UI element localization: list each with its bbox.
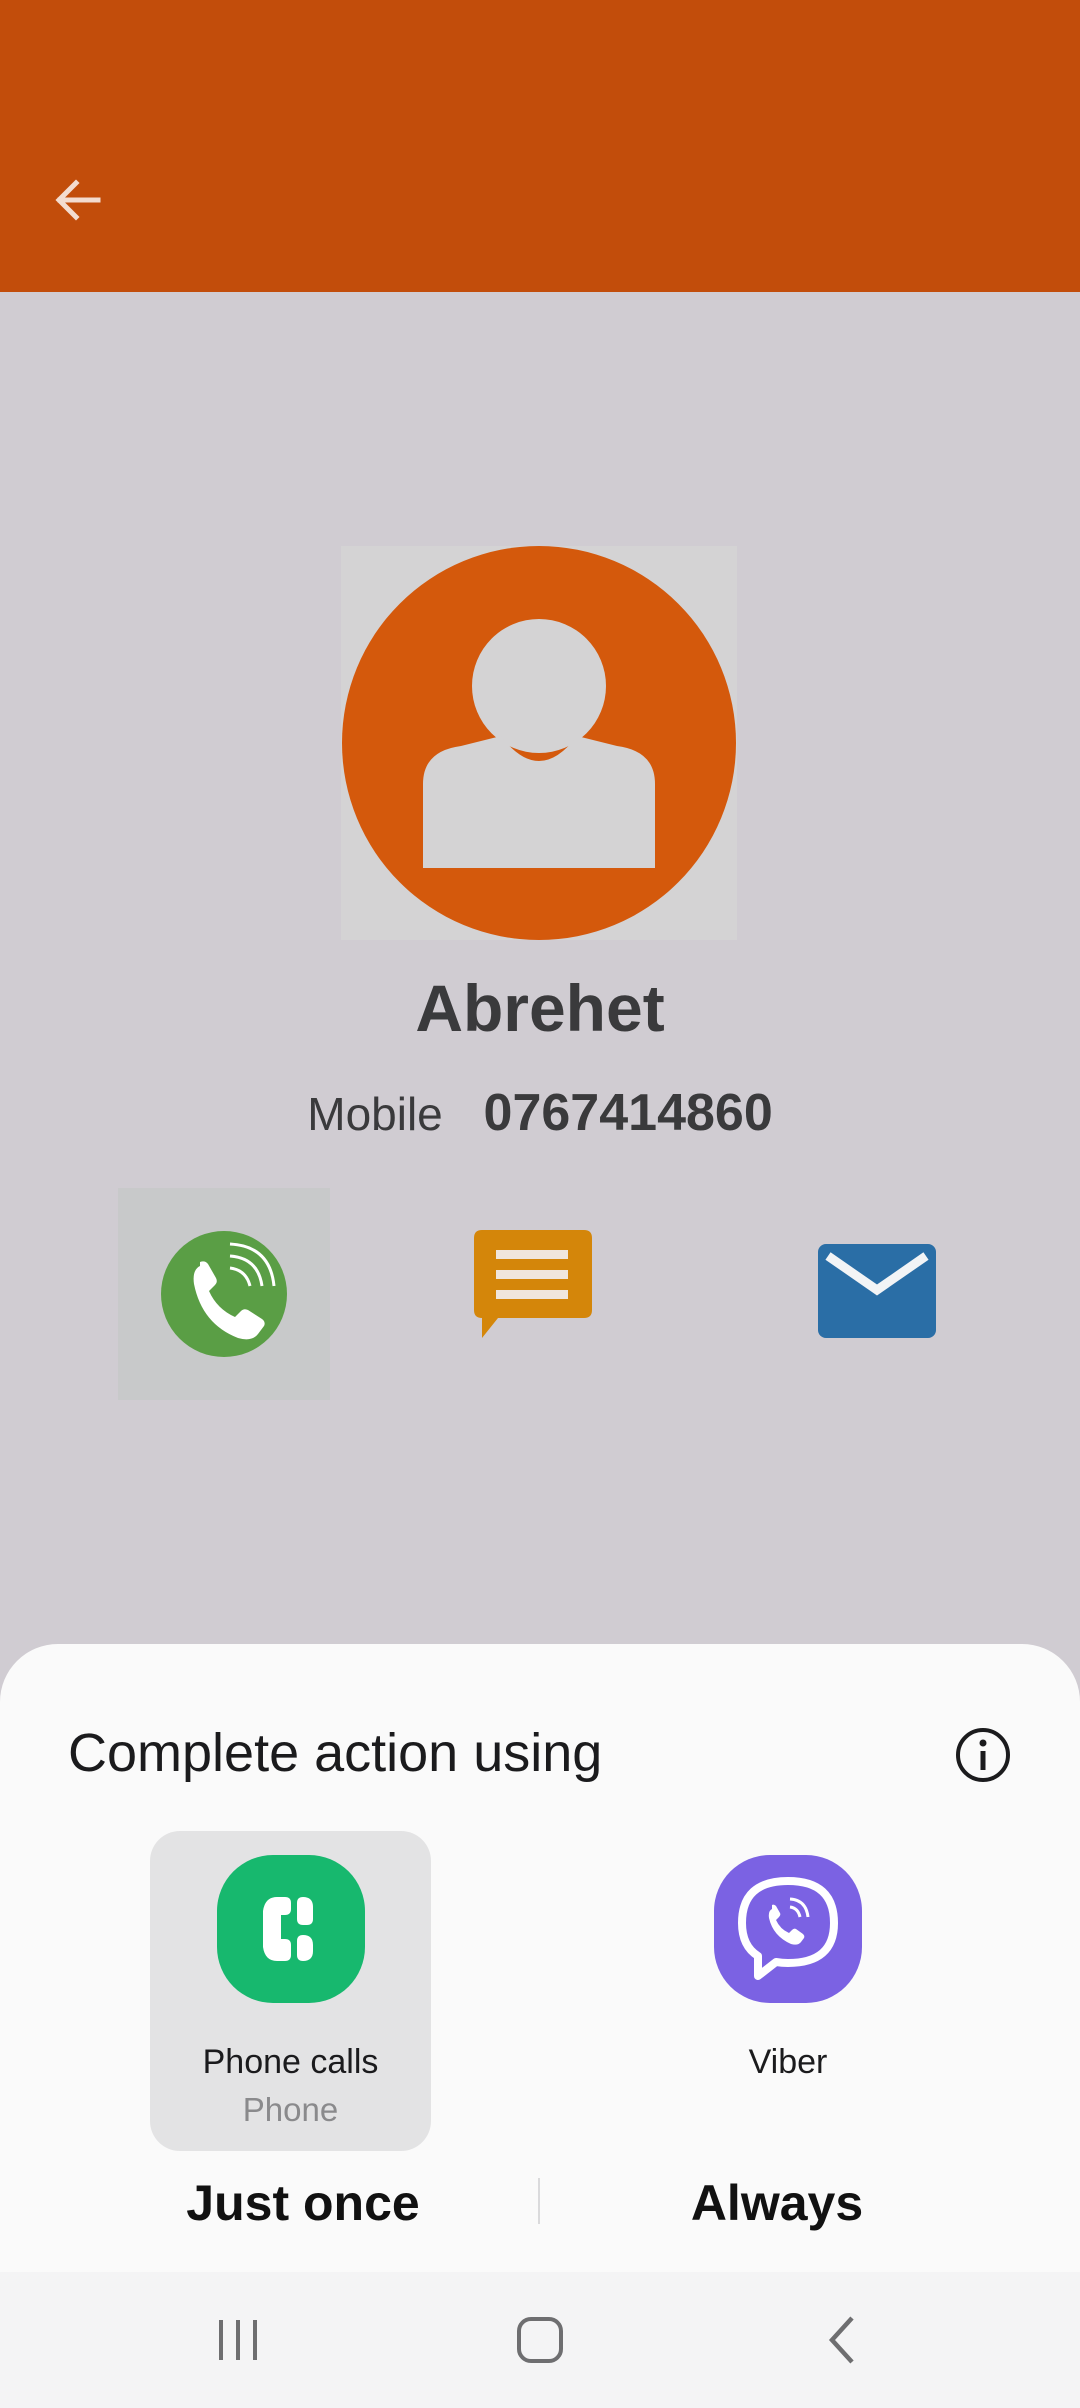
app-option-phone[interactable]: Phone calls Phone: [150, 1831, 431, 2151]
info-icon[interactable]: [954, 1726, 1012, 1784]
back-icon[interactable]: [812, 2310, 872, 2370]
phone-number[interactable]: 0767414860: [484, 1084, 773, 1142]
phone-row[interactable]: Mobile 0767414860: [0, 1083, 1080, 1143]
person-avatar-icon: [342, 546, 736, 940]
app-label-viber: Viber: [748, 2043, 828, 2081]
contact-avatar: [341, 546, 737, 940]
system-nav-bar: [0, 2272, 1080, 2408]
viber-icon: [714, 1855, 862, 2003]
chooser-sheet: Complete action using Phone calls Phone …: [0, 1644, 1080, 2272]
contact-name: Abrehet: [415, 971, 665, 1045]
phone-call-icon: [161, 1231, 287, 1357]
call-button[interactable]: [118, 1188, 330, 1400]
arrow-left-icon[interactable]: [50, 172, 106, 228]
just-once-button[interactable]: Just once: [133, 2174, 473, 2232]
app-bar: [0, 0, 1080, 292]
message-icon: [474, 1230, 592, 1338]
recents-icon[interactable]: [208, 2310, 268, 2370]
always-button[interactable]: Always: [607, 2174, 947, 2232]
app-sublabel-phone: Phone: [242, 2091, 339, 2128]
app-label-phone: Phone calls: [202, 2043, 379, 2081]
email-button[interactable]: [814, 1238, 942, 1342]
app-option-viber[interactable]: Viber: [660, 1831, 916, 2151]
sheet-title: Complete action using: [68, 1723, 603, 1783]
phone-label: Mobile: [307, 1088, 443, 1140]
email-icon: [818, 1244, 936, 1338]
button-divider: [538, 2178, 540, 2224]
phone-app-icon: [216, 1855, 365, 2003]
contact-detail: [0, 292, 1080, 1644]
message-button[interactable]: [470, 1226, 600, 1356]
home-icon[interactable]: [510, 2310, 570, 2370]
